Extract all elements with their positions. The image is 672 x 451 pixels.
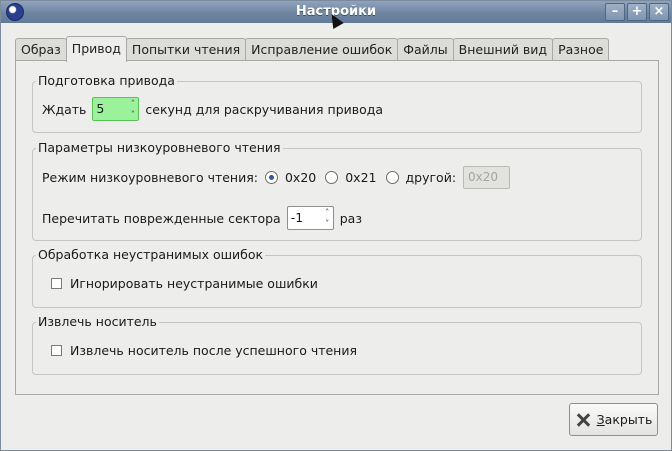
wait-suffix-label: секунд для раскручивания привода (145, 101, 384, 117)
group-title: Извлечь носитель (36, 314, 159, 329)
eject-checkbox[interactable] (51, 345, 62, 356)
wait-label: Ждать (42, 101, 87, 117)
group-title: Параметры низкоуровневого чтения (36, 140, 283, 155)
spin-arrows-icon[interactable]: ˄ ˅ (127, 98, 138, 120)
tab-bar: Образ Привод Попытки чтения Исправление … (15, 36, 610, 62)
maximize-button[interactable]: + (627, 3, 647, 21)
spin-arrows-icon[interactable]: ˄ ˅ (322, 207, 333, 229)
reread-suffix-label: раз (339, 210, 362, 226)
radio-0x20-label[interactable]: 0x20 (285, 170, 316, 185)
tab-misc[interactable]: Разное (552, 38, 610, 61)
radio-other-label[interactable]: другой: (406, 170, 457, 185)
minimize-button[interactable]: – (605, 3, 625, 21)
tab-read-attempts[interactable]: Попытки чтения (125, 38, 247, 61)
tab-panel-drive: Подготовка привода Ждать 5 ˄ ˅ секунд для… (15, 60, 659, 395)
eject-label[interactable]: Извлечь носитель после успешного чтения (70, 343, 357, 358)
tab-files[interactable]: Файлы (397, 38, 454, 61)
tab-appearance[interactable]: Внешний вид (452, 38, 554, 61)
group-title: Обработка неустранимых ошибок (36, 247, 266, 262)
group-unrecoverable: Обработка неустранимых ошибок Игнорирова… (32, 247, 642, 308)
preferences-window: Настройки – + × Образ Привод Попытки чте… (0, 0, 672, 451)
ignore-errors-label[interactable]: Игнорировать неустранимые ошибки (70, 276, 318, 291)
close-mnemonic: З (596, 412, 605, 427)
spinbox-value: -1 (290, 210, 304, 225)
tab-drive[interactable]: Привод (65, 36, 127, 62)
group-title: Подготовка привода (36, 73, 177, 88)
read-mode-label: Режим низкоуровневого чтения: (42, 170, 258, 185)
radio-other[interactable] (385, 171, 399, 184)
reread-label: Перечитать поврежденные сектора (42, 210, 281, 226)
tab-image[interactable]: Образ (15, 38, 67, 61)
ignore-errors-checkbox[interactable] (51, 278, 62, 289)
radio-0x21[interactable] (325, 171, 339, 184)
close-icon (575, 412, 591, 428)
tab-error-correction[interactable]: Исправление ошибок (245, 38, 399, 61)
other-command-input: 0x20 (463, 166, 511, 189)
close-button-label: Закрыть (597, 412, 653, 427)
spinbox-value: 5 (96, 101, 105, 116)
close-window-button[interactable]: × (649, 3, 669, 21)
group-eject: Извлечь носитель Извлечь носитель после … (32, 314, 642, 375)
radio-0x21-label[interactable]: 0x21 (345, 170, 376, 185)
group-low-level: Параметры низкоуровневого чтения Режим н… (32, 140, 642, 241)
close-button[interactable]: Закрыть (569, 403, 658, 436)
radio-0x20[interactable] (264, 171, 278, 184)
close-label-rest: акрыть (604, 412, 653, 427)
group-drive-prep: Подготовка привода Ждать 5 ˄ ˅ секунд для… (32, 73, 642, 133)
spin-up-seconds-spinbox[interactable]: 5 ˄ ˅ (92, 97, 140, 121)
reread-sectors-spinbox[interactable]: -1 ˄ ˅ (286, 206, 334, 230)
